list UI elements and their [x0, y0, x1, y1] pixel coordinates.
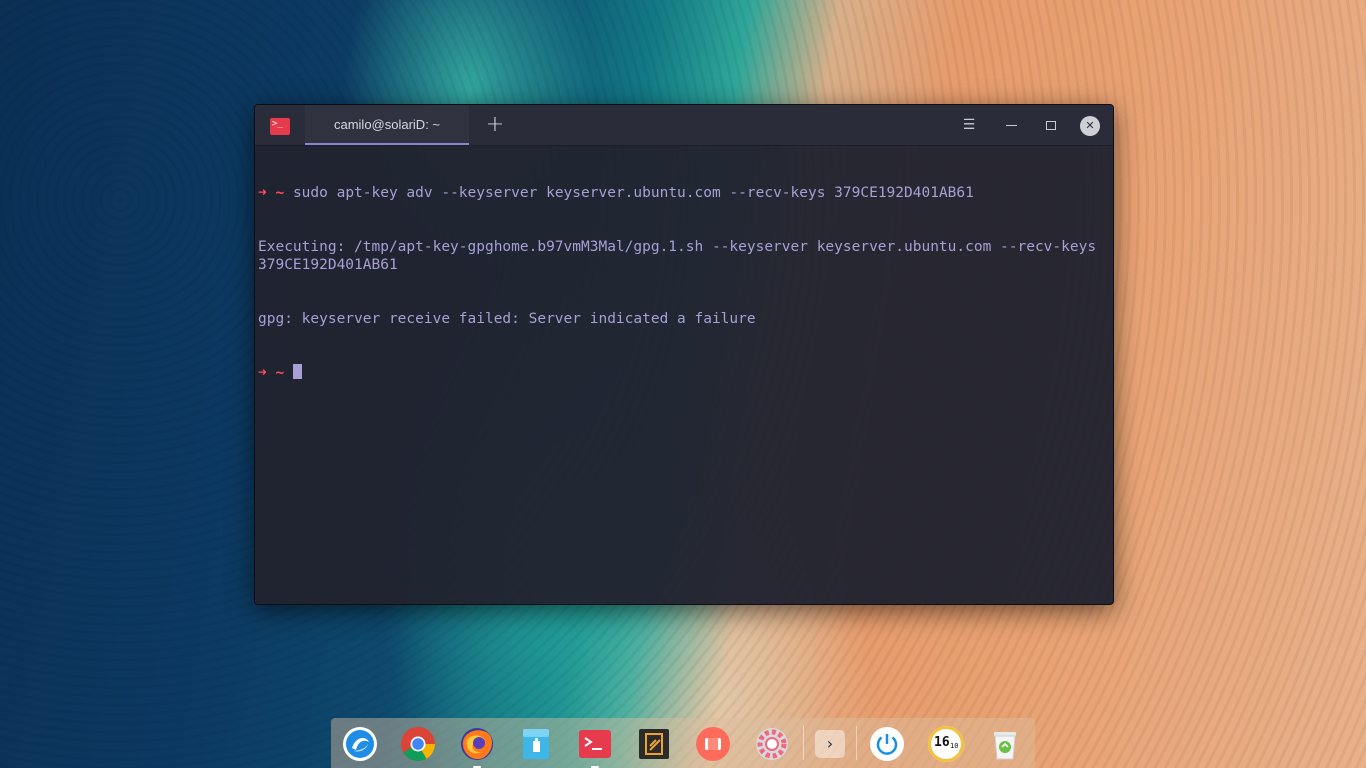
terminal-window[interactable]: >_ camilo@solariD: ~ + ☰ ✕ ➜ ~ sudo apt-…	[254, 104, 1114, 605]
trash-icon[interactable]	[987, 726, 1023, 762]
clock-minute: 10	[950, 742, 959, 750]
close-button[interactable]: ✕	[1080, 116, 1100, 136]
active-tab-indicator	[305, 143, 469, 145]
tab-terminal[interactable]: camilo@solariD: ~	[305, 105, 469, 145]
output-line: Executing: /tmp/apt-key-gpghome.b97vmM3M…	[258, 239, 1105, 273]
minimize-icon	[1005, 124, 1017, 126]
launcher-icon[interactable]	[342, 726, 378, 762]
prompt-directory: ~	[275, 185, 285, 201]
text-cursor	[292, 364, 302, 379]
settings-icon[interactable]	[754, 726, 790, 762]
expand-tray-button[interactable]: ›	[815, 730, 845, 758]
prompt-arrow-icon: ➜	[258, 365, 267, 381]
screen-recorder-icon[interactable]	[695, 726, 731, 762]
title-bar[interactable]: >_ camilo@solariD: ~ + ☰ ✕	[255, 105, 1113, 146]
dock: › 16 10	[331, 718, 1035, 768]
menu-button[interactable]: ☰	[955, 115, 983, 135]
maximize-icon	[1046, 120, 1056, 130]
clock-widget[interactable]: 16 10	[928, 726, 964, 762]
output-line: gpg: keyserver receive failed: Server in…	[258, 311, 756, 327]
chevron-right-icon: ›	[826, 734, 834, 753]
code-editor-icon[interactable]	[636, 726, 672, 762]
prompt-arrow-icon: ➜	[258, 185, 267, 201]
minimize-button[interactable]	[997, 115, 1025, 135]
power-icon[interactable]	[869, 726, 905, 762]
terminal-app-icon: >_	[270, 118, 290, 135]
tab-label: camilo@solariD: ~	[333, 117, 441, 132]
file-manager-icon[interactable]	[518, 726, 554, 762]
new-tab-button[interactable]: +	[473, 105, 517, 145]
chrome-icon[interactable]	[400, 726, 436, 762]
command-line: ➜ ~ sudo apt-key adv --keyserver keyserv…	[258, 184, 1109, 202]
hamburger-menu-icon: ☰	[962, 117, 976, 133]
clock-hour: 16	[934, 735, 950, 750]
terminal-icon[interactable]	[577, 726, 613, 768]
maximize-button[interactable]	[1037, 115, 1065, 135]
close-icon: ✕	[1085, 119, 1095, 132]
firefox-icon[interactable]	[459, 726, 495, 768]
prompt-line: ➜ ~	[258, 364, 1109, 382]
dock-separator	[803, 726, 804, 760]
prompt-directory: ~	[275, 365, 285, 381]
command-text: sudo apt-key adv --keyserver keyserver.u…	[292, 185, 974, 201]
terminal-output[interactable]: ➜ ~ sudo apt-key adv --keyserver keyserv…	[258, 148, 1109, 604]
dock-separator	[856, 726, 857, 760]
